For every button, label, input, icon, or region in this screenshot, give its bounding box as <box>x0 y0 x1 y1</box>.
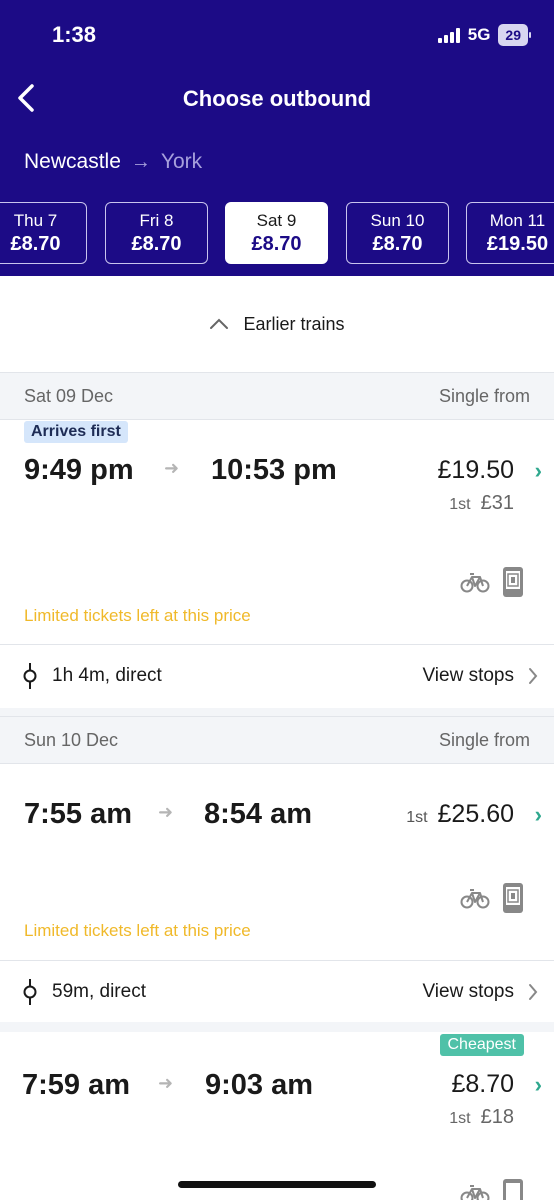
arrival-time: 8:54 am <box>204 798 313 830</box>
amenity-icons <box>460 566 524 598</box>
bicycle-icon <box>460 889 490 909</box>
journey-card[interactable]: Cheapest 7:59 am ➜ 9:03 am £8.70 › 1st £1… <box>0 1032 554 1200</box>
page-title: Choose outbound <box>182 86 372 111</box>
departure-time: 7:55 am <box>24 798 133 830</box>
day-header-note: Single from <box>438 729 530 750</box>
route-icon <box>23 978 37 1005</box>
arrow-right-icon: ➜ <box>158 802 174 822</box>
first-class-label: 1st <box>406 809 428 826</box>
view-stops-label: View stops <box>422 980 514 1002</box>
date-pill-sun[interactable]: Sun 10 £8.70 <box>346 202 449 264</box>
date-label: Sat 9 <box>256 211 297 230</box>
route-destination: York <box>160 150 203 173</box>
first-class-value: £31 <box>480 492 514 514</box>
first-class-price: 1st £31 <box>449 492 514 515</box>
chevron-right-icon <box>529 983 538 1000</box>
arrives-first-badge: Arrives first <box>24 421 128 443</box>
network-type: 5G <box>467 25 491 44</box>
ticket-price: 1st £25.60 <box>406 800 514 829</box>
ticket-price: £19.50 <box>437 456 514 484</box>
limited-tickets-warning: Limited tickets left at this price <box>24 606 251 625</box>
status-time: 1:38 <box>52 22 97 47</box>
first-class-label: 1st <box>449 1110 471 1127</box>
journey-details-row[interactable]: 1h 4m, direct View stops <box>0 644 554 706</box>
arrival-time: 9:03 am <box>205 1069 314 1101</box>
date-pill-fri[interactable]: Fri 8 £8.70 <box>105 202 208 264</box>
app-header: 1:38 5G 29 Choose outbound Newcastle → Y… <box>0 0 554 276</box>
date-price: £8.70 <box>372 233 423 255</box>
chevron-right-icon: › <box>534 802 542 827</box>
view-stops-label: View stops <box>422 664 514 686</box>
date-price: £8.70 <box>131 233 182 255</box>
route-icon <box>23 662 37 689</box>
status-indicators: 5G 29 <box>437 24 531 46</box>
departure-time: 9:49 pm <box>24 454 134 486</box>
journey-duration: 1h 4m, direct <box>52 664 162 686</box>
mobile-ticket-icon <box>503 883 523 913</box>
mobile-ticket-icon <box>503 1179 523 1200</box>
ticket-price: £8.70 <box>451 1070 514 1098</box>
date-label: Mon 11 <box>489 211 546 230</box>
arrival-time: 10:53 pm <box>211 454 337 486</box>
amenity-icons <box>460 882 524 914</box>
date-label: Thu 7 <box>13 211 58 230</box>
bicycle-icon <box>460 573 490 593</box>
price-value: £25.60 <box>437 800 514 828</box>
date-label: Sun 10 <box>370 211 425 230</box>
date-selector: Thu 7 £8.70 Fri 8 £8.70 Sat 9 £8.70 Sun … <box>0 202 554 266</box>
home-indicator[interactable] <box>178 1181 376 1188</box>
date-pill-mon[interactable]: Mon 11 £19.50 <box>466 202 554 264</box>
day-header-date: Sun 10 Dec <box>24 729 119 750</box>
route-origin: Newcastle <box>24 150 121 173</box>
journey-duration: 59m, direct <box>52 980 146 1002</box>
amenity-icons <box>460 1178 524 1200</box>
date-price: £8.70 <box>10 233 61 255</box>
arrow-right-icon: ➜ <box>158 1073 174 1093</box>
date-label: Fri 8 <box>139 211 174 230</box>
departure-time: 7:59 am <box>22 1069 131 1101</box>
journey-card[interactable]: Arrives first 9:49 pm ➜ 10:53 pm £19.50 … <box>0 420 554 708</box>
route: Newcastle → York <box>24 150 202 174</box>
chevron-right-icon: › <box>534 1072 542 1097</box>
day-header-note: Single from <box>438 385 530 406</box>
bicycle-icon <box>460 1185 490 1200</box>
view-stops-button[interactable]: View stops <box>422 665 538 687</box>
date-pill-sat[interactable]: Sat 9 £8.70 <box>225 202 328 264</box>
date-pill-thu[interactable]: Thu 7 £8.70 <box>0 202 87 264</box>
first-class-value: £18 <box>480 1106 514 1128</box>
view-stops-button[interactable]: View stops <box>422 981 538 1003</box>
day-header-date: Sat 09 Dec <box>24 385 114 406</box>
divider <box>0 708 554 716</box>
chevron-right-icon: › <box>534 458 542 483</box>
cheapest-badge: Cheapest <box>439 1034 524 1056</box>
day-header: Sun 10 Dec Single from <box>0 716 554 764</box>
day-header: Sat 09 Dec Single from <box>0 372 554 420</box>
journey-details-row[interactable]: 59m, direct View stops <box>0 960 554 1022</box>
arrow-right-icon: ➜ <box>164 458 180 478</box>
chevron-right-icon <box>529 667 538 684</box>
mobile-ticket-icon <box>503 567 523 597</box>
journey-card[interactable]: 7:55 am ➜ 8:54 am 1st £25.60 › Limited ti… <box>0 764 554 1022</box>
divider <box>0 1022 554 1032</box>
first-class-label: 1st <box>449 496 471 513</box>
battery-icon: 29 <box>498 24 531 46</box>
earlier-trains-label: Earlier trains <box>243 313 345 334</box>
earlier-trains-button[interactable]: Earlier trains <box>0 276 554 372</box>
first-class-price: 1st £18 <box>449 1106 514 1129</box>
limited-tickets-warning: Limited tickets left at this price <box>24 921 251 940</box>
arrow-right-icon: → <box>130 150 151 173</box>
date-price: £19.50 <box>486 233 549 255</box>
chevron-up-icon <box>210 318 229 329</box>
signal-icon <box>437 27 460 43</box>
date-price: £8.70 <box>251 233 302 255</box>
